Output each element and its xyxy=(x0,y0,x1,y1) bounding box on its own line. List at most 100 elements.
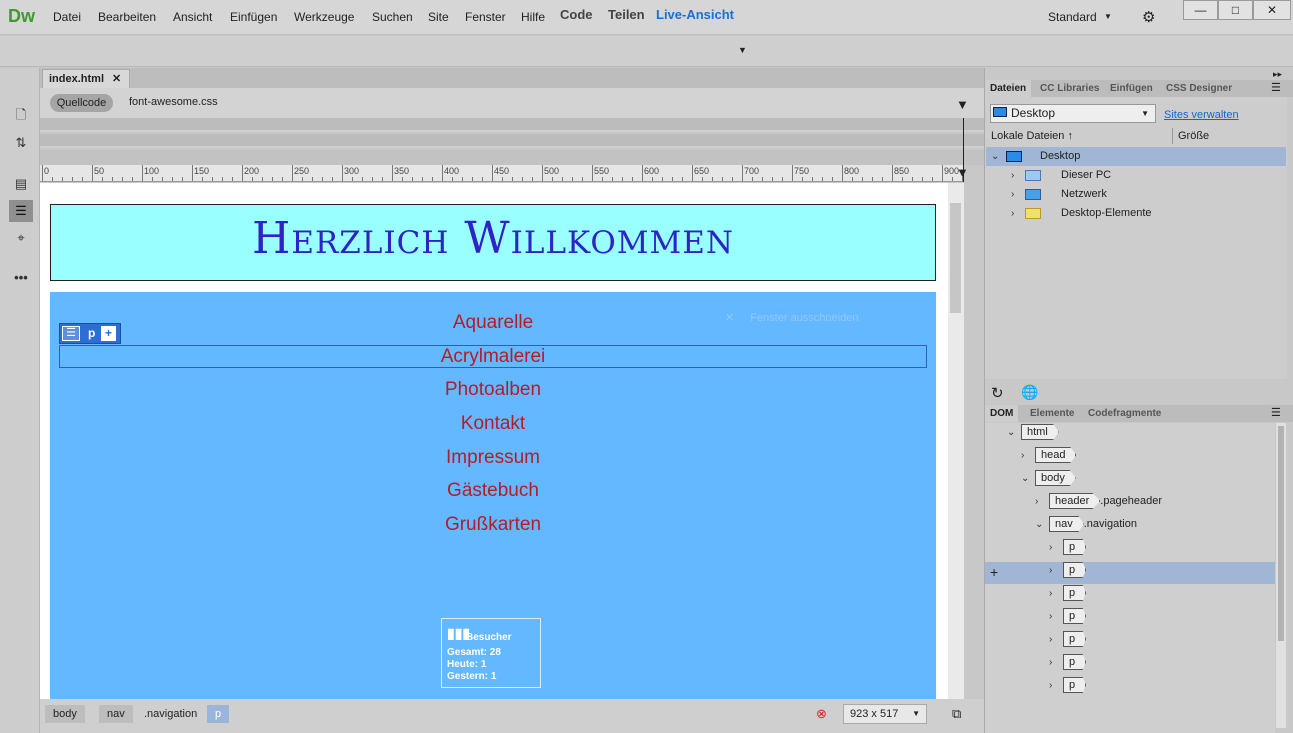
site-select[interactable]: Desktop ▼ xyxy=(990,104,1156,123)
media-query-bar[interactable] xyxy=(40,134,984,148)
breadcrumb-p[interactable]: p xyxy=(207,705,230,723)
chevron-right-icon[interactable]: › xyxy=(1049,634,1063,645)
gear-icon[interactable]: ⚙ xyxy=(1142,8,1155,26)
code-view-button[interactable]: Code xyxy=(560,7,593,22)
dom-tag[interactable]: html xyxy=(1021,424,1059,440)
nav-link[interactable]: Grußkarten xyxy=(50,514,936,536)
workspace-switcher[interactable]: Standard xyxy=(1048,10,1097,24)
media-query-bar[interactable] xyxy=(40,118,984,132)
chevron-down-icon[interactable]: ▼ xyxy=(738,45,747,55)
menu-site[interactable]: Site xyxy=(428,10,449,24)
manage-sites-link[interactable]: Sites verwalten xyxy=(1164,109,1239,121)
dom-row[interactable]: › p xyxy=(985,585,1275,607)
dom-row[interactable]: › header .pageheader xyxy=(985,493,1275,515)
scrollbar-thumb[interactable] xyxy=(1278,426,1284,641)
dom-row[interactable]: › p xyxy=(985,631,1275,653)
error-icon[interactable]: ⊗ xyxy=(816,706,827,722)
menu-hilfe[interactable]: Hilfe xyxy=(521,10,545,24)
local-files-header[interactable]: Lokale Dateien ↑ xyxy=(991,130,1073,142)
panel-menu-icon[interactable]: ☰ xyxy=(1271,81,1281,94)
document-tab[interactable]: index.html ✕ xyxy=(42,69,130,88)
dom-row[interactable]: › p xyxy=(985,608,1275,630)
target-icon[interactable]: ⌖ xyxy=(9,227,33,249)
dom-tag[interactable]: p xyxy=(1063,654,1087,670)
chevron-down-icon[interactable]: ⌄ xyxy=(1007,427,1021,438)
nav-link[interactable]: Photoalben xyxy=(50,379,936,401)
source-code-button[interactable]: Quellcode xyxy=(50,94,113,112)
size-header[interactable]: Größe xyxy=(1178,130,1209,142)
chevron-right-icon[interactable]: › xyxy=(1049,588,1063,599)
dom-row[interactable]: › p xyxy=(985,654,1275,676)
filter-icon[interactable]: ▼ xyxy=(956,97,969,112)
dom-tag[interactable]: p xyxy=(1063,608,1087,624)
more-icon[interactable]: ••• xyxy=(9,267,33,289)
chevron-right-icon[interactable]: › xyxy=(1049,542,1063,553)
chevron-right-icon[interactable]: › xyxy=(1011,185,1025,204)
dom-tag[interactable]: p xyxy=(1063,539,1087,555)
menu-datei[interactable]: Datei xyxy=(53,10,81,24)
tab-elemente[interactable]: Elemente xyxy=(1025,405,1079,422)
dom-row[interactable]: › p xyxy=(985,539,1275,561)
split-view-button[interactable]: Teilen xyxy=(608,7,645,22)
maximize-button[interactable]: □ xyxy=(1218,0,1253,20)
close-button[interactable]: ✕ xyxy=(1253,0,1291,20)
collapse-panel-icon[interactable]: ▸▸ xyxy=(1273,69,1282,80)
chevron-right-icon[interactable]: › xyxy=(1049,680,1063,691)
preview-icon[interactable]: ⧉ xyxy=(952,706,961,722)
tab-cc-libraries[interactable]: CC Libraries xyxy=(1035,80,1104,97)
dom-row[interactable]: ⌄ nav .navigation xyxy=(985,516,1275,538)
window-size-select[interactable]: 923 x 517 ▼ xyxy=(843,704,927,724)
dom-row[interactable]: › head xyxy=(985,447,1275,469)
nav-link[interactable]: Acrylmalerei xyxy=(50,346,936,368)
tab-codefragmente[interactable]: Codefragmente xyxy=(1083,405,1166,422)
connect-icon[interactable]: 🌐 xyxy=(1021,384,1038,401)
breadcrumb-class[interactable]: .navigation xyxy=(136,705,205,723)
dom-tag[interactable]: p xyxy=(1063,677,1087,693)
media-query-bar[interactable] xyxy=(40,150,984,165)
chevron-right-icon[interactable]: › xyxy=(1049,565,1063,576)
chevron-right-icon[interactable]: › xyxy=(1049,657,1063,668)
chevron-down-icon[interactable]: ▼ xyxy=(1104,12,1112,21)
dom-tag[interactable]: head xyxy=(1035,447,1077,463)
dom-row[interactable]: ⌄ body xyxy=(985,470,1275,492)
inspect-icon[interactable]: ▤ xyxy=(9,173,33,195)
nav-link[interactable]: Impressum xyxy=(50,447,936,469)
menu-icon[interactable]: ☰ xyxy=(62,326,80,341)
menu-ansicht[interactable]: Ansicht xyxy=(173,10,212,24)
dom-row[interactable]: ⌄ html xyxy=(985,424,1275,446)
related-file-link[interactable]: font-awesome.css xyxy=(129,96,218,108)
breadcrumb-nav[interactable]: nav xyxy=(99,705,133,723)
chevron-right-icon[interactable]: › xyxy=(1021,450,1035,461)
dom-row[interactable]: › p xyxy=(985,677,1275,699)
dom-tag[interactable]: p xyxy=(1063,585,1087,601)
new-file-icon[interactable]: 🗋 xyxy=(9,104,33,126)
dom-tag[interactable]: p xyxy=(1063,562,1087,578)
scrollbar-thumb[interactable] xyxy=(950,203,961,313)
dom-panel-icon[interactable]: ☰ xyxy=(9,200,33,222)
tab-einfuegen[interactable]: Einfügen xyxy=(1105,80,1158,97)
tab-dateien[interactable]: Dateien xyxy=(985,80,1032,97)
chevron-down-icon[interactable]: ⌄ xyxy=(991,147,1005,166)
element-tag-label[interactable]: p xyxy=(88,326,95,340)
resize-handle-icon[interactable]: ▼ xyxy=(956,165,969,180)
menu-suchen[interactable]: Suchen xyxy=(372,10,413,24)
nav-link[interactable]: Kontakt xyxy=(50,413,936,435)
refresh-icon[interactable]: ↻ xyxy=(991,384,1004,402)
chevron-right-icon[interactable]: › xyxy=(1035,496,1049,507)
chevron-down-icon[interactable]: ⌄ xyxy=(1021,473,1035,484)
file-tree-row[interactable]: › Desktop-Elemente xyxy=(986,204,1286,223)
tab-css-designer[interactable]: CSS Designer xyxy=(1161,80,1237,97)
file-transfer-icon[interactable]: ⇅ xyxy=(9,132,33,154)
chevron-right-icon[interactable]: › xyxy=(1011,204,1025,223)
add-element-icon[interactable]: + xyxy=(990,564,998,580)
dom-tag[interactable]: body xyxy=(1035,470,1076,486)
menu-einfuegen[interactable]: Einfügen xyxy=(230,10,277,24)
minimize-button[interactable]: — xyxy=(1183,0,1218,20)
chevron-right-icon[interactable]: › xyxy=(1011,166,1025,185)
nav-link[interactable]: Gästebuch xyxy=(50,480,936,502)
menu-bearbeiten[interactable]: Bearbeiten xyxy=(98,10,156,24)
add-class-button[interactable]: + xyxy=(101,326,116,341)
file-tree-row[interactable]: ⌄ Desktop xyxy=(986,147,1286,166)
file-tree-row[interactable]: › Netzwerk xyxy=(986,185,1286,204)
close-icon[interactable]: ✕ xyxy=(112,73,121,85)
